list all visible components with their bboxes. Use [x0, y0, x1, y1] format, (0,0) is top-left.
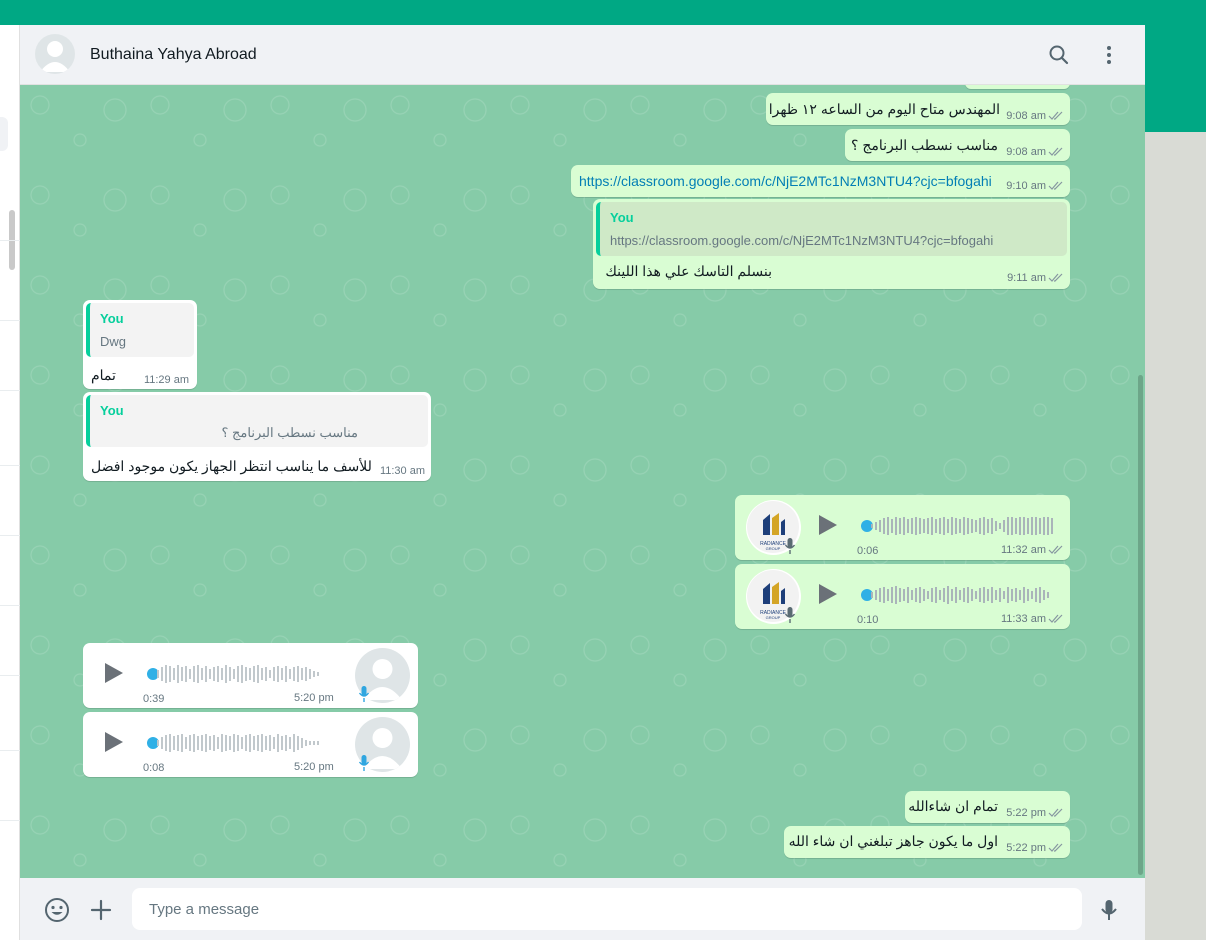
message-time: 11:30 am	[379, 465, 425, 477]
message-composer	[20, 878, 1145, 940]
message-text: اول ما يكون جاهز تبلغني ان شاء الله	[788, 833, 998, 849]
message-time: 9:11 am	[1007, 272, 1046, 284]
voice-duration: 0:39	[143, 693, 165, 705]
message-time: 9:08 am	[1006, 146, 1046, 158]
message-bubble-outgoing[interactable]: اول ما يكون جاهز تبلغني ان شاء الله 5:22…	[784, 826, 1070, 858]
delivered-ticks-icon	[1048, 545, 1063, 554]
voice-message-outgoing[interactable]: RADIANCE GROUP 0:06 11:32 am	[735, 495, 1070, 560]
contact-avatar[interactable]	[35, 34, 75, 74]
mic-icon	[358, 686, 370, 702]
message-time: 11:29 am	[143, 374, 189, 386]
message-link[interactable]: https://classroom.google.com/c/NjE2MTc1N…	[579, 173, 992, 189]
voice-duration: 0:06	[857, 545, 879, 557]
message-bubble-incoming[interactable]: You Dwg تمام 11:29 am	[83, 300, 197, 389]
voice-message-incoming[interactable]: 0:08 5:20 pm	[83, 712, 418, 777]
play-button[interactable]	[819, 584, 837, 604]
kebab-menu-icon[interactable]	[1097, 43, 1121, 67]
default-avatar-icon	[40, 41, 70, 72]
message-time: 11:32 am	[1000, 544, 1046, 556]
message-text: بنسلم التاسك علي هذا اللينك	[605, 263, 772, 279]
quote-author: You	[610, 210, 634, 225]
microphone-icon[interactable]	[1096, 897, 1122, 923]
message-time: 5:22 pm	[1006, 807, 1046, 819]
message-bubble-outgoing[interactable]: مناسب نسطب البرنامج ؟ 9:08 am	[845, 129, 1070, 161]
play-button[interactable]	[105, 663, 123, 683]
quote-author: You	[100, 311, 124, 326]
delivered-ticks-icon	[1048, 147, 1063, 156]
quoted-message[interactable]: You مناسب نسطب البرنامج ؟	[86, 395, 428, 447]
delivered-ticks-icon	[1048, 843, 1063, 852]
emoji-icon[interactable]	[44, 897, 70, 923]
svg-text:GROUP: GROUP	[766, 615, 781, 620]
voice-duration: 0:08	[143, 762, 165, 774]
message-time: 9:08 am	[1006, 110, 1046, 122]
conversation-panel[interactable]: المهندس متاح اليوم من الساعه ١٢ ظهرا 9:0…	[20, 85, 1145, 878]
divider	[0, 465, 20, 466]
mic-icon	[358, 755, 370, 771]
message-bubble-incoming[interactable]: You مناسب نسطب البرنامج ؟ للأسف ما يناسب…	[83, 392, 431, 481]
voice-duration: 0:10	[857, 614, 879, 626]
divider	[0, 605, 20, 606]
chat-list-panel	[0, 25, 20, 940]
message-bubble-outgoing[interactable]: https://classroom.google.com/c/NjE2MTc1N…	[571, 165, 1070, 197]
search-icon[interactable]	[1047, 43, 1071, 67]
divider	[0, 320, 20, 321]
message-text: تمام ان شاءالله	[908, 798, 998, 814]
quote-author: You	[100, 403, 124, 418]
delivered-ticks-icon	[1048, 808, 1063, 817]
delivered-ticks-icon	[1048, 111, 1063, 120]
message-time: 5:20 pm	[294, 692, 334, 704]
delivered-ticks-icon	[1048, 181, 1063, 190]
quoted-message[interactable]: You Dwg	[86, 303, 194, 357]
delivered-ticks-icon	[1048, 273, 1063, 282]
message-text: تمام	[91, 367, 116, 383]
attach-plus-icon[interactable]	[88, 897, 114, 923]
voice-message-incoming[interactable]: 0:39 5:20 pm	[83, 643, 418, 708]
quoted-message[interactable]: You https://classroom.google.com/c/NjE2M…	[596, 202, 1067, 256]
message-bubble-partial	[965, 85, 1070, 89]
divider	[0, 750, 20, 751]
quote-body: مناسب نسطب البرنامج ؟	[221, 425, 359, 440]
waveform[interactable]	[871, 512, 1071, 540]
svg-text:GROUP: GROUP	[766, 546, 781, 551]
divider	[0, 390, 20, 391]
contact-name[interactable]: Buthaina Yahya Abroad	[90, 46, 257, 64]
voice-message-outgoing[interactable]: RADIANCE GROUP 0:10 11:33 am	[735, 564, 1070, 629]
message-text: المهندس متاح اليوم من الساعه ١٢ ظهرا	[768, 101, 1000, 117]
chat-header: Buthaina Yahya Abroad	[20, 25, 1145, 85]
divider	[0, 820, 20, 821]
message-time: 5:22 pm	[1006, 842, 1046, 854]
play-button[interactable]	[105, 732, 123, 752]
chat-search-field[interactable]	[0, 117, 8, 151]
right-background	[1145, 132, 1206, 940]
message-bubble-outgoing[interactable]: المهندس متاح اليوم من الساعه ١٢ ظهرا 9:0…	[766, 93, 1070, 125]
play-button[interactable]	[819, 515, 837, 535]
waveform[interactable]	[157, 660, 332, 688]
message-input[interactable]	[132, 888, 1082, 930]
message-text: مناسب نسطب البرنامج ؟	[851, 137, 998, 153]
divider	[0, 240, 20, 241]
message-time: 9:10 am	[1006, 180, 1046, 192]
mic-icon	[784, 538, 796, 554]
divider	[0, 535, 20, 536]
message-text: للأسف ما يناسب انتظر الجهاز يكون موجود ا…	[91, 458, 372, 474]
divider	[0, 675, 20, 676]
conversation-scrollbar[interactable]	[1138, 375, 1143, 875]
waveform[interactable]	[157, 729, 332, 757]
quote-body: https://classroom.google.com/c/NjE2MTc1N…	[610, 233, 994, 248]
quote-body: Dwg	[100, 334, 127, 349]
message-bubble-outgoing[interactable]: تمام ان شاءالله 5:22 pm	[905, 791, 1070, 823]
message-bubble-outgoing[interactable]: You https://classroom.google.com/c/NjE2M…	[593, 199, 1070, 289]
message-time: 11:33 am	[1000, 613, 1046, 625]
message-time: 5:20 pm	[294, 761, 334, 773]
delivered-ticks-icon	[1048, 614, 1063, 623]
waveform[interactable]	[871, 581, 1071, 609]
mic-icon	[784, 607, 796, 623]
